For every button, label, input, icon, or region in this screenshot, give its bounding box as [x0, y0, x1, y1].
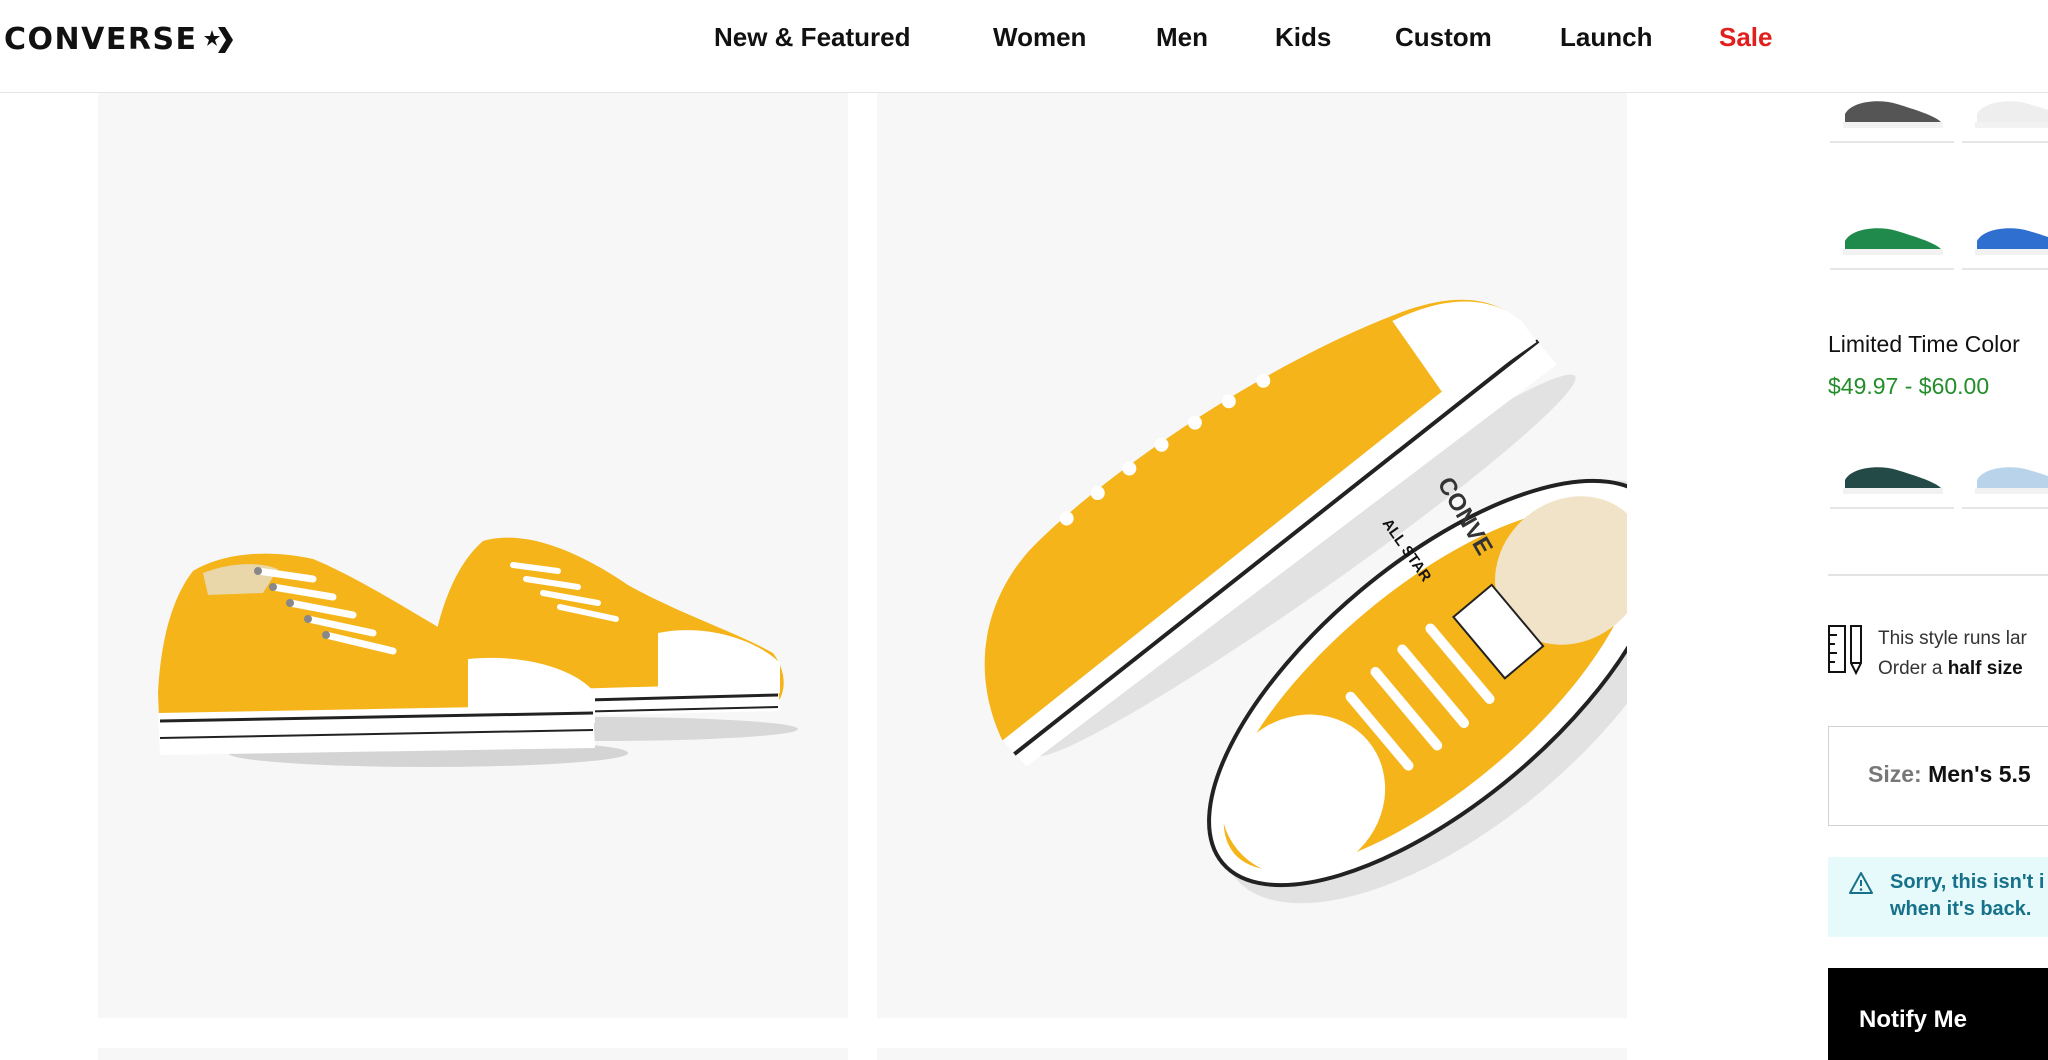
nav-launch[interactable]: Launch	[1560, 22, 1652, 53]
sneaker-thumbnail-icon	[1843, 101, 1943, 128]
size-label-text: Size:	[1868, 761, 1922, 787]
product-image-next-2[interactable]	[877, 1048, 1627, 1060]
fit-note-prefix: Order a	[1878, 658, 1948, 679]
product-image-next-1[interactable]	[98, 1048, 848, 1060]
fit-note-line2: Order a half size	[1878, 654, 2027, 684]
fit-note-bold: half size	[1947, 658, 2023, 679]
notify-me-label: Notify Me	[1859, 1006, 1967, 1033]
fit-note-line1: This style runs lar	[1878, 628, 2027, 649]
site-header: CONVERSE New & Featured Women Men Kids C…	[0, 0, 2048, 93]
promo-section-title: Limited Time Color	[1828, 331, 2020, 357]
nav-kids[interactable]: Kids	[1275, 22, 1331, 53]
sneaker-thumbnail-icon	[1975, 467, 2048, 494]
color-swatch[interactable]	[1962, 447, 2048, 509]
out-of-stock-alert: Sorry, this isn't i when it's back.	[1828, 857, 2048, 937]
sneakers-pair-illustration	[158, 537, 798, 767]
size-selector[interactable]: Size: Men's 5.5	[1828, 726, 2048, 826]
color-swatch[interactable]	[1962, 208, 2048, 270]
section-divider	[1828, 574, 2048, 576]
converse-logo[interactable]: CONVERSE	[4, 22, 234, 57]
product-image-top-down[interactable]: CONVE ALL STAR	[877, 93, 1627, 1018]
nav-women[interactable]: Women	[993, 22, 1086, 53]
nav-men[interactable]: Men	[1156, 22, 1208, 53]
logo-text: CONVERSE	[4, 22, 198, 57]
fit-note: This style runs lar Order a half size	[1878, 624, 2027, 684]
product-details-panel: Limited Time Color $49.97 - $60.00 This …	[1828, 0, 2048, 1060]
nav-new-featured[interactable]: New & Featured	[714, 22, 911, 53]
warning-icon	[1849, 872, 1873, 894]
sneaker-thumbnail-icon	[1975, 101, 2048, 128]
sneaker-thumbnail-icon	[1975, 228, 2048, 255]
nav-sale[interactable]: Sale	[1719, 22, 1773, 53]
ruler-pencil-icon	[1828, 625, 1862, 676]
star-chevron-icon	[203, 26, 233, 53]
product-image-pair-angled[interactable]	[98, 93, 848, 1018]
sneaker-thumbnail-icon	[1843, 467, 1943, 494]
promo-price-range: $49.97 - $60.00	[1828, 373, 1990, 399]
sneaker-thumbnail-icon	[1843, 228, 1943, 255]
notify-me-button[interactable]: Notify Me	[1828, 968, 2048, 1060]
alert-message: Sorry, this isn't i when it's back.	[1890, 869, 2044, 923]
alert-line2: when it's back.	[1890, 898, 2032, 920]
selected-size: Men's 5.5	[1928, 761, 2031, 787]
color-swatch[interactable]	[1830, 208, 1954, 270]
size-selector-label: Size: Men's 5.5	[1868, 761, 2031, 788]
color-swatch[interactable]	[1830, 447, 1954, 509]
sneakers-top-down-illustration: CONVE ALL STAR	[984, 299, 1627, 904]
alert-line1: Sorry, this isn't i	[1890, 871, 2045, 893]
nav-custom[interactable]: Custom	[1395, 22, 1492, 53]
